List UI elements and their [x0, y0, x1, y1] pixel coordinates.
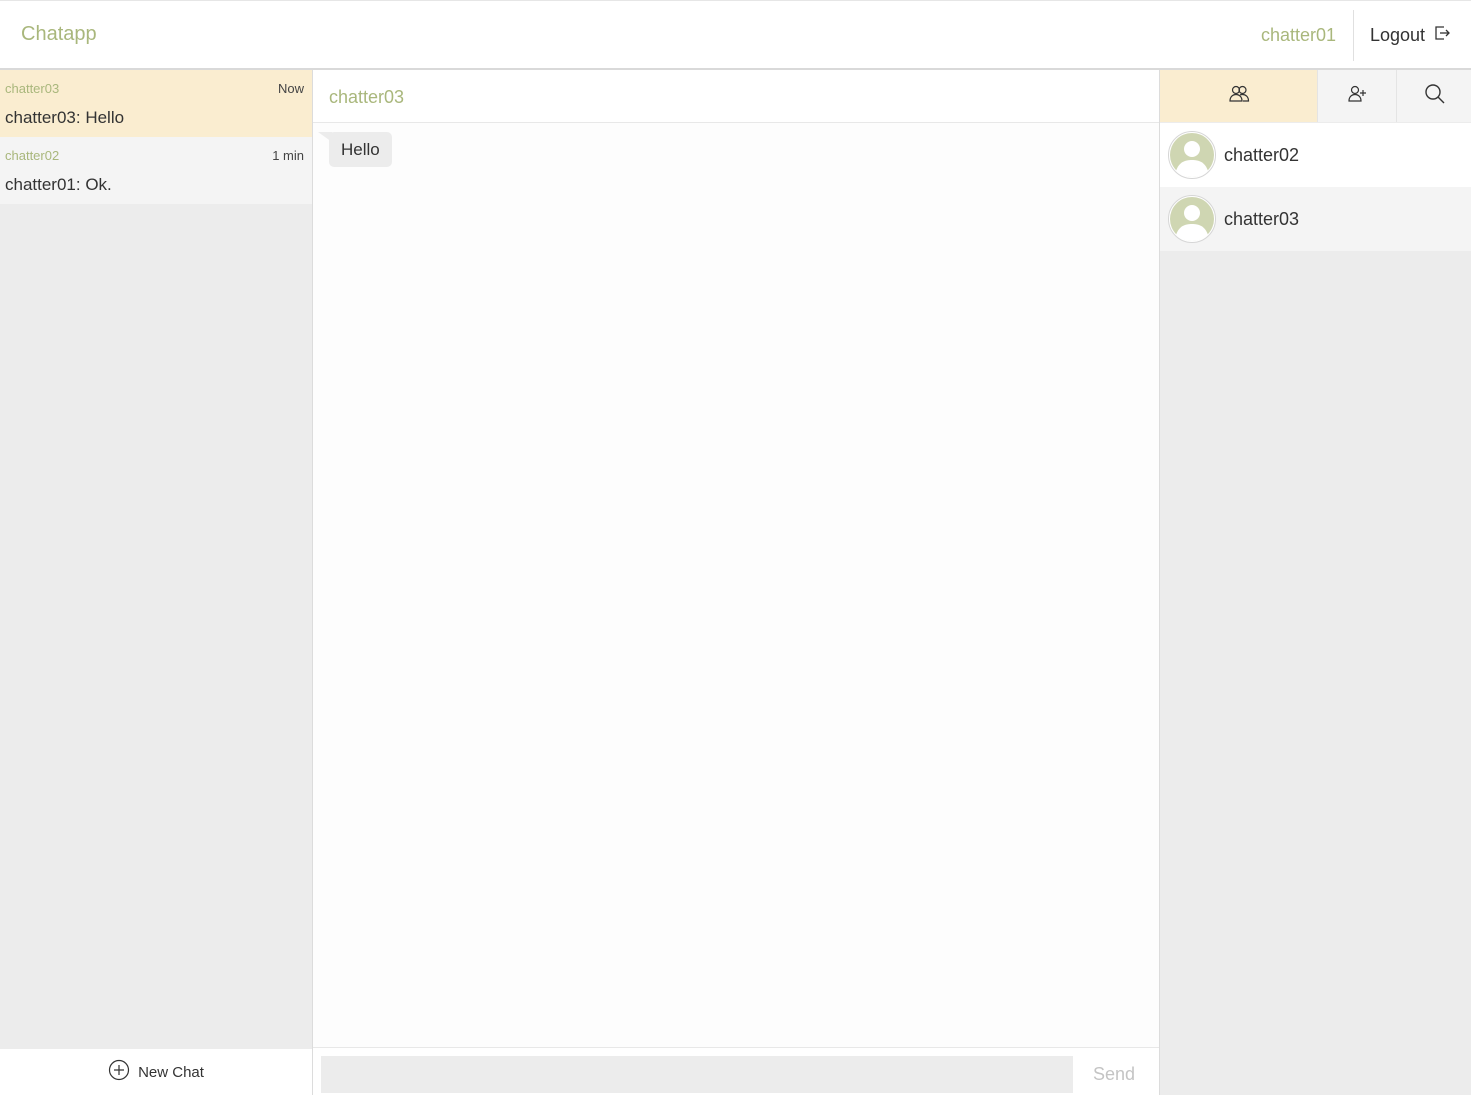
conversation-time: Now: [277, 81, 304, 96]
conversation-name: chatter02: [5, 148, 60, 163]
contact-name: chatter02: [1224, 144, 1300, 165]
conversation-last-message: chatter03: Hello: [5, 108, 125, 127]
app-brand[interactable]: Chatapp: [21, 23, 97, 46]
user-avatar-icon: [1170, 133, 1214, 177]
avatar: [1168, 195, 1216, 243]
contact-item-chatter02[interactable]: chatter02: [1160, 123, 1471, 187]
message-input[interactable]: [321, 1056, 1073, 1093]
contacts-tabs: [1160, 70, 1471, 122]
chat-header: chatter03: [313, 70, 1159, 123]
chat-title: chatter03: [329, 87, 405, 107]
top-header: Chatapp chatter01 Logout: [0, 0, 1471, 70]
conversation-item-chatter02[interactable]: chatter02 1 min chatter01: Ok.: [0, 137, 312, 204]
contacts-panel: chatter02 chatter03: [1159, 70, 1471, 1095]
logout-label: Logout: [1370, 25, 1426, 45]
conversation-list-panel: chatter03 Now chatter03: Hello chatter02…: [0, 70, 313, 1095]
conversation-time: 1 min: [272, 148, 304, 163]
message-composer: Send: [313, 1047, 1159, 1095]
logout-button[interactable]: Logout: [1370, 24, 1451, 47]
header-divider: [1353, 10, 1354, 61]
add-user-icon: [1346, 83, 1368, 110]
contacts-icon: [1228, 83, 1250, 110]
send-button[interactable]: Send: [1083, 1056, 1145, 1093]
chat-panel: chatter03 Hello Send: [313, 70, 1159, 1095]
new-chat-label: New Chat: [138, 1063, 204, 1081]
avatar: [1168, 131, 1216, 179]
tab-contacts[interactable]: [1160, 70, 1317, 122]
new-chat-button[interactable]: New Chat: [0, 1049, 312, 1095]
search-icon: [1424, 83, 1446, 110]
conversation-last-message: chatter01: Ok.: [5, 175, 112, 194]
tab-search[interactable]: [1396, 70, 1471, 122]
logout-icon: [1433, 24, 1451, 47]
user-avatar-icon: [1170, 197, 1214, 241]
tab-add-user[interactable]: [1317, 70, 1396, 122]
message-bubble: Hello: [329, 132, 392, 167]
current-user-name[interactable]: chatter01: [1261, 25, 1336, 46]
contact-name: chatter03: [1224, 208, 1300, 229]
plus-circle-icon: [108, 1059, 130, 1085]
conversation-item-chatter03[interactable]: chatter03 Now chatter03: Hello: [0, 70, 312, 137]
contact-item-chatter03[interactable]: chatter03: [1160, 187, 1471, 251]
conversation-name: chatter03: [5, 81, 60, 96]
